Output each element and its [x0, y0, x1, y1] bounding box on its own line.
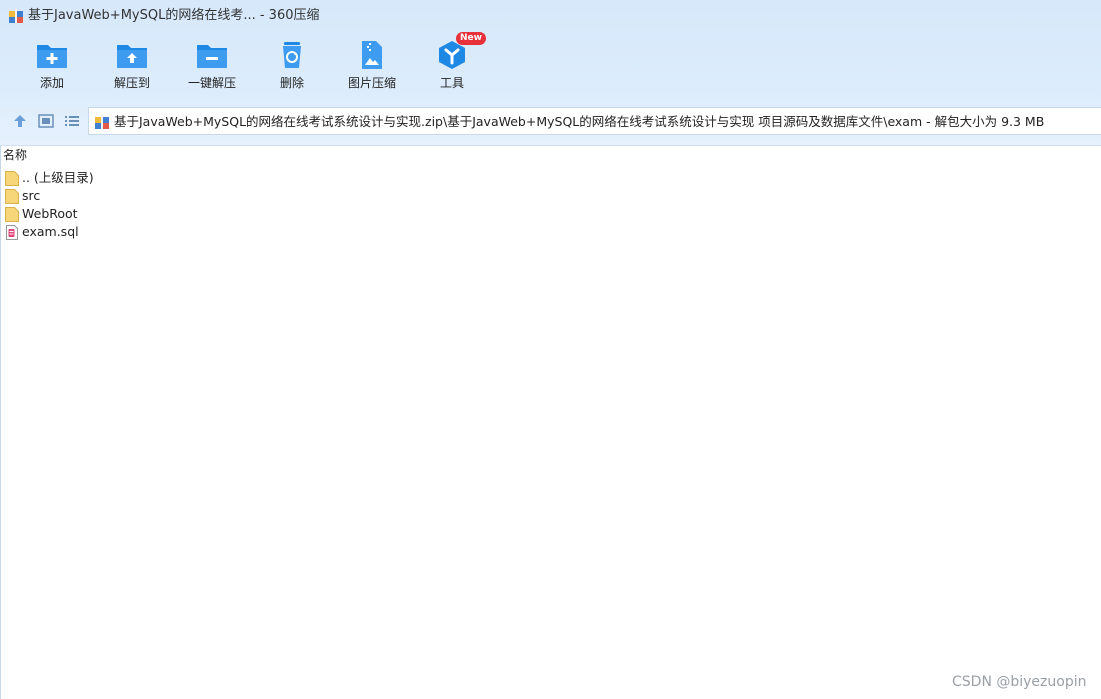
path-text: 基于JavaWeb+MySQL的网络在线考试系统设计与实现.zip\基于Java…	[114, 114, 1045, 129]
header: 基于JavaWeb+MySQL的网络在线考... - 360压缩 添加 解压到	[0, 0, 1101, 146]
file-rows: .. (上级目录) src WebRoot exam.sql	[5, 169, 94, 241]
list-item-src[interactable]: src	[5, 187, 94, 205]
new-badge: New	[456, 32, 486, 45]
folder-icon	[5, 189, 19, 204]
tools-button[interactable]: New 工具	[412, 32, 492, 100]
zip-image-icon	[362, 41, 382, 69]
one-click-extract-label: 一键解压	[187, 76, 236, 90]
window-title: 基于JavaWeb+MySQL的网络在线考... - 360压缩	[28, 8, 320, 23]
path-address-bar[interactable]: 基于JavaWeb+MySQL的网络在线考试系统设计与实现.zip\基于Java…	[88, 107, 1101, 135]
add-label: 添加	[39, 76, 64, 90]
recycle-bin-icon	[283, 42, 301, 68]
image-compress-label: 图片压缩	[347, 76, 396, 90]
file-list: 名称 .. (上级目录) src WebRoot exam.sql	[0, 146, 1101, 699]
extract-to-button[interactable]: 解压到	[92, 38, 172, 100]
folder-plus-icon	[37, 45, 67, 68]
folder-minus-icon	[197, 45, 227, 68]
up-arrow-icon[interactable]	[11, 112, 29, 130]
folder-upload-icon	[117, 45, 147, 68]
folder-icon	[5, 171, 19, 186]
add-button[interactable]: 添加	[12, 38, 92, 100]
delete-button[interactable]: 删除	[252, 38, 332, 100]
list-item-name: WebRoot	[22, 206, 78, 221]
list-item-parent-directory[interactable]: .. (上级目录)	[5, 169, 94, 187]
extract-to-label: 解压到	[113, 76, 150, 90]
toolbar: 添加 解压到 一键解压 删除 图片压缩 New 工具	[0, 32, 1101, 100]
tools-label: 工具	[439, 76, 464, 90]
list-item-name: .. (上级目录)	[22, 170, 94, 185]
column-header-name[interactable]: 名称	[3, 148, 27, 162]
list-view-icon[interactable]	[63, 112, 81, 130]
thumbnail-view-icon[interactable]	[37, 112, 55, 130]
delete-label: 删除	[279, 76, 304, 90]
image-compress-button[interactable]: 图片压缩	[332, 38, 412, 100]
list-item-webroot[interactable]: WebRoot	[5, 205, 94, 223]
folder-icon	[5, 207, 19, 222]
watermark: CSDN @biyezuopin	[952, 674, 1087, 690]
navigation-bar: 基于JavaWeb+MySQL的网络在线考试系统设计与实现.zip\基于Java…	[0, 107, 1101, 135]
archive-icon	[95, 115, 109, 129]
list-item-name: exam.sql	[22, 224, 79, 239]
sql-file-icon	[6, 225, 18, 240]
list-item-name: src	[22, 188, 41, 203]
one-click-extract-button[interactable]: 一键解压	[172, 38, 252, 100]
list-item-exam-sql[interactable]: exam.sql	[5, 223, 94, 241]
title-bar: 基于JavaWeb+MySQL的网络在线考... - 360压缩	[0, 0, 1101, 32]
app-archive-icon	[9, 9, 23, 23]
